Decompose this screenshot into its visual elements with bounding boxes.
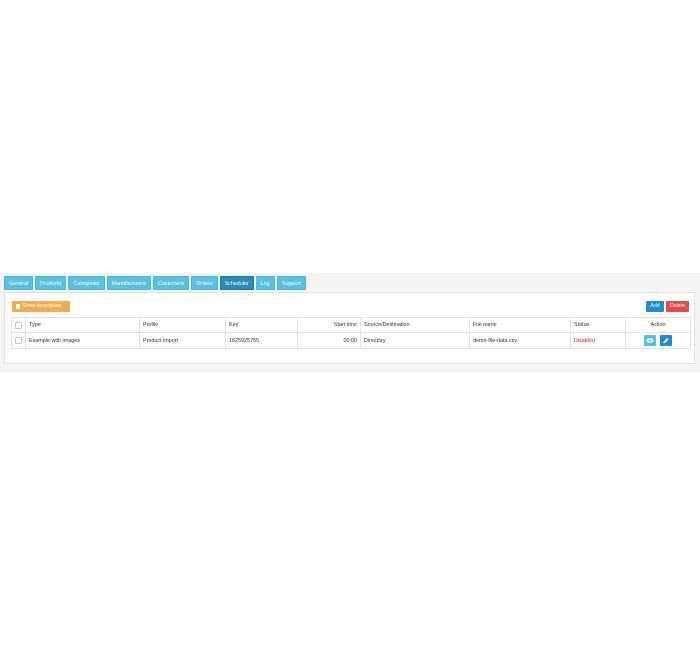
tab-bar: General Products Categories Manufacturer… bbox=[4, 276, 308, 290]
table-row: Example with images Product import 16259… bbox=[11, 332, 691, 349]
tab-customers[interactable]: Customers bbox=[153, 276, 190, 290]
tab-products[interactable]: Products bbox=[35, 276, 67, 290]
show-description-button[interactable]: Show description bbox=[12, 301, 70, 312]
cell-source-destination: Directory bbox=[360, 332, 470, 349]
select-all-checkbox[interactable] bbox=[15, 321, 22, 329]
select-all-cell bbox=[11, 317, 26, 333]
column-header-profile[interactable]: Profile bbox=[139, 317, 226, 333]
show-description-label: Show description bbox=[22, 303, 62, 309]
pencil-icon bbox=[662, 338, 669, 344]
tab-log[interactable]: Log bbox=[255, 276, 275, 290]
view-button[interactable] bbox=[644, 335, 657, 346]
column-header-source-destination[interactable]: Source/Destination bbox=[360, 317, 470, 333]
cell-profile: Product import bbox=[139, 332, 226, 349]
column-header-start-time[interactable]: Start time bbox=[297, 317, 361, 333]
delete-button[interactable]: Delete bbox=[666, 301, 689, 312]
scheduler-table: Type Profile Key Start time Source/Desti… bbox=[11, 317, 691, 349]
document-icon bbox=[16, 304, 20, 309]
cell-start-time: 00:00 bbox=[297, 332, 361, 349]
cell-action bbox=[625, 332, 691, 349]
column-header-status[interactable]: Status bbox=[570, 317, 626, 333]
column-header-file-name[interactable]: File name bbox=[469, 317, 571, 333]
table-header-row: Type Profile Key Start time Source/Desti… bbox=[11, 317, 691, 333]
cell-type: Example with images bbox=[25, 332, 140, 349]
tab-scheduler[interactable]: Scheduler bbox=[219, 276, 254, 290]
tab-orders[interactable]: Orders bbox=[191, 276, 218, 290]
edit-button[interactable] bbox=[659, 335, 672, 346]
column-header-action: Action bbox=[625, 317, 691, 333]
scheduler-panel: Show description Add Delete Type Profile… bbox=[4, 292, 695, 364]
row-select-cell bbox=[11, 332, 26, 349]
row-checkbox[interactable] bbox=[15, 337, 22, 344]
tab-support[interactable]: Support bbox=[276, 276, 306, 290]
add-button[interactable]: Add bbox=[646, 301, 664, 312]
column-header-type[interactable]: Type bbox=[25, 317, 140, 333]
tab-manufacturers[interactable]: Manufacturers bbox=[106, 276, 152, 290]
tab-categories[interactable]: Categories bbox=[68, 276, 105, 290]
cell-key: 1625925755 bbox=[225, 332, 298, 349]
column-header-key[interactable]: Key bbox=[225, 317, 298, 333]
cell-status: Disabled bbox=[570, 332, 626, 349]
tab-general[interactable]: General bbox=[4, 276, 34, 290]
eye-icon bbox=[646, 338, 654, 343]
cell-file-name: demo-file-data.csv bbox=[469, 332, 571, 349]
